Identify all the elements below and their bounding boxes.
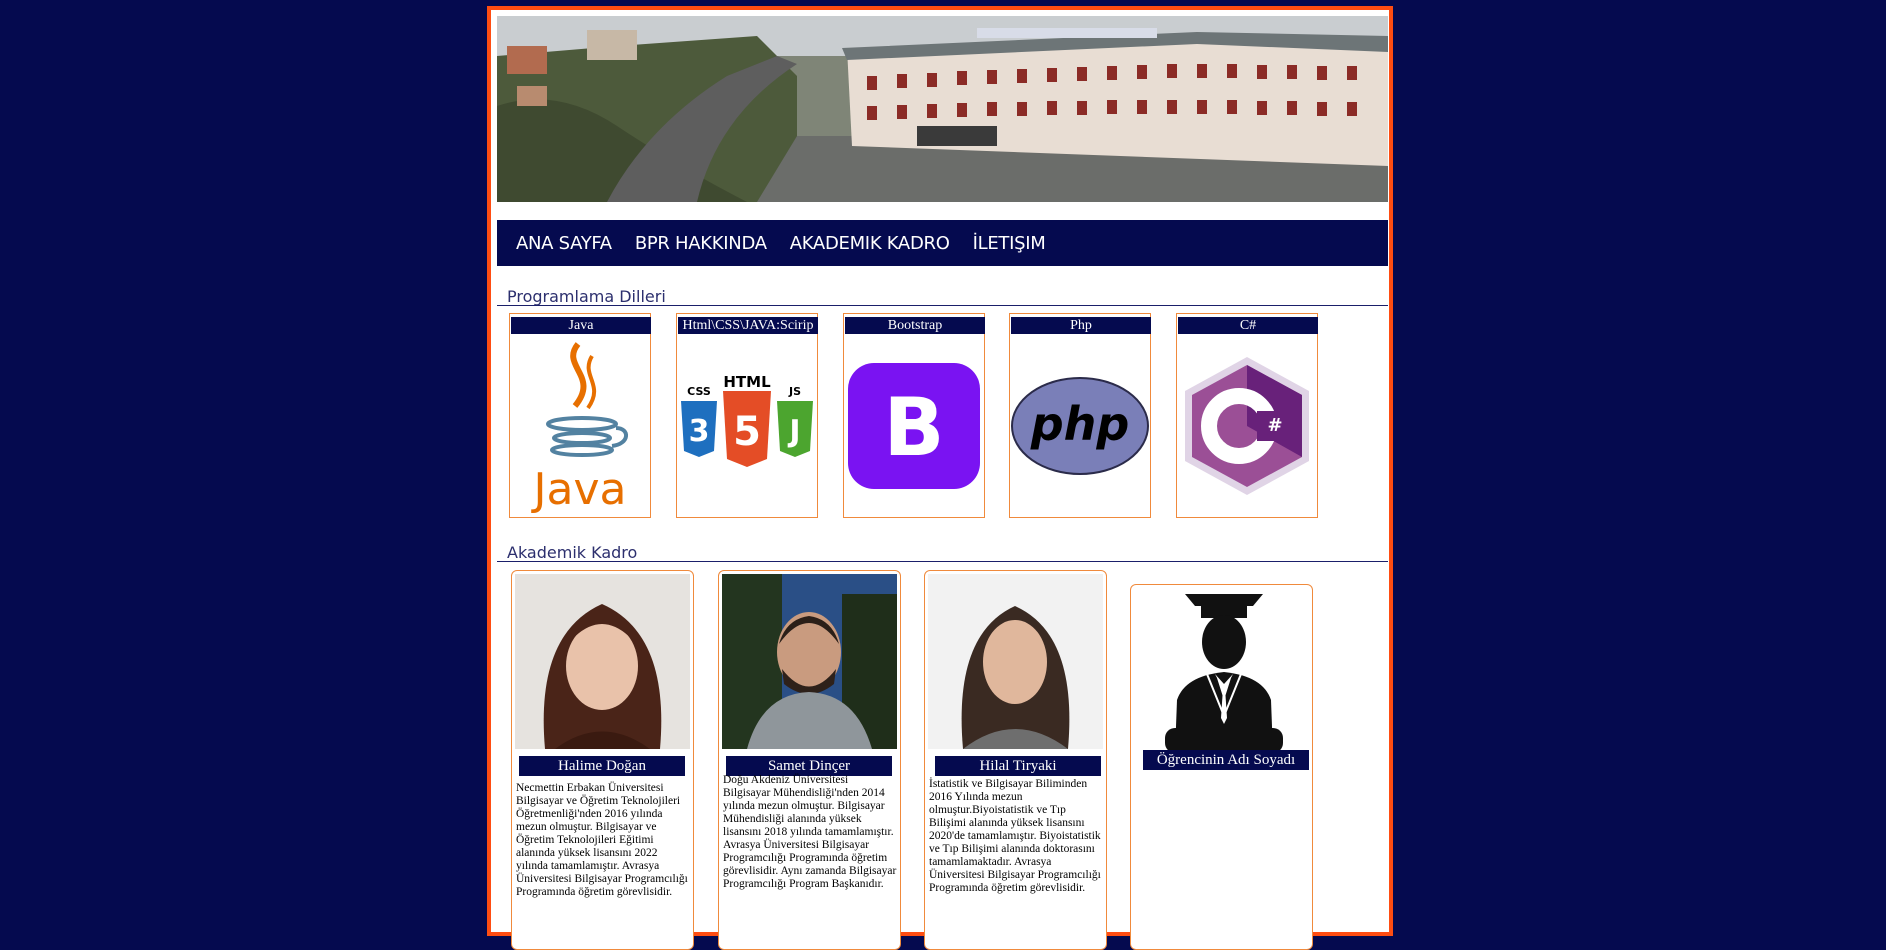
- staff-card[interactable]: Samet Dinçer Doğu Akdeniz Üniversitesi B…: [718, 570, 901, 950]
- nav-staff-link[interactable]: AKADEMIK KADRO: [790, 233, 950, 254]
- language-label: C#: [1178, 317, 1318, 334]
- staff-photo: [928, 574, 1103, 749]
- language-card-html-css-js[interactable]: Html\CSS\JAVA:Scirip CSS HTML JS 3 J 5: [676, 313, 818, 518]
- language-label: Html\CSS\JAVA:Scirip: [678, 317, 818, 334]
- language-card-csharp[interactable]: C# #: [1176, 313, 1318, 518]
- staff-name: Öğrencinin Adı Soyadı: [1143, 750, 1309, 770]
- staff-card[interactable]: Halime Doğan Necmettin Erbakan Üniversit…: [511, 570, 694, 950]
- languages-section-divider: [497, 305, 1388, 306]
- language-label: Bootstrap: [845, 317, 985, 334]
- staff-photo: [722, 574, 897, 749]
- main-nav: ANA SAYFA BPR HAKKINDA AKADEMIK KADRO İL…: [497, 220, 1388, 266]
- css-logo-text: CSS: [687, 385, 711, 398]
- html-logo-text: HTML: [723, 373, 771, 391]
- bootstrap-logo-text: B: [884, 381, 945, 474]
- java-logo-icon: Java: [510, 334, 650, 518]
- page-container: ANA SAYFA BPR HAKKINDA AKADEMIK KADRO İL…: [487, 6, 1393, 950]
- staff-bio: Necmettin Erbakan Üniversitesi Bilgisaya…: [516, 782, 688, 898]
- staff-section-title: Akademik Kadro: [507, 543, 638, 562]
- staff-name: Halime Doğan: [519, 756, 685, 776]
- language-card-java[interactable]: Java Java: [509, 313, 651, 518]
- php-logo-icon: php: [1010, 334, 1150, 518]
- nav-home-link[interactable]: ANA SAYFA: [516, 233, 612, 254]
- staff-section-divider: [497, 561, 1388, 562]
- svg-text:#: #: [1267, 415, 1282, 436]
- nav-contact-link[interactable]: İLETIŞIM: [973, 233, 1046, 254]
- language-label: Php: [1011, 317, 1151, 334]
- staff-bio: İstatistik ve Bilgisayar Biliminden 2016…: [929, 778, 1101, 894]
- languages-section-title: Programlama Dilleri: [507, 287, 666, 306]
- staff-name: Hilal Tiryaki: [935, 756, 1101, 776]
- svg-text:3: 3: [689, 414, 710, 449]
- staff-photo: [515, 574, 690, 749]
- language-label: Java: [511, 317, 651, 334]
- java-logo-text: Java: [531, 464, 627, 515]
- staff-card[interactable]: Öğrencinin Adı Soyadı: [1130, 584, 1313, 950]
- staff-bio: Doğu Akdeniz Üniversitesi Bilgisayar Müh…: [723, 774, 897, 890]
- svg-text:J: J: [787, 414, 800, 449]
- staff-card[interactable]: Hilal Tiryaki İstatistik ve Bilgisayar B…: [924, 570, 1107, 950]
- js-logo-text: JS: [788, 385, 801, 398]
- html-css-js-logo-icon: CSS HTML JS 3 J 5: [677, 334, 817, 518]
- csharp-logo-icon: #: [1177, 334, 1317, 518]
- staff-name: Samet Dinçer: [726, 756, 892, 776]
- campus-banner-image: [497, 16, 1388, 202]
- php-logo-text: php: [1030, 397, 1130, 451]
- language-card-bootstrap[interactable]: Bootstrap B: [843, 313, 985, 518]
- svg-text:5: 5: [733, 409, 761, 455]
- language-card-php[interactable]: Php php: [1009, 313, 1151, 518]
- nav-about-link[interactable]: BPR HAKKINDA: [635, 233, 767, 254]
- graduate-placeholder-icon: [1135, 588, 1310, 763]
- bootstrap-logo-icon: B: [844, 334, 984, 518]
